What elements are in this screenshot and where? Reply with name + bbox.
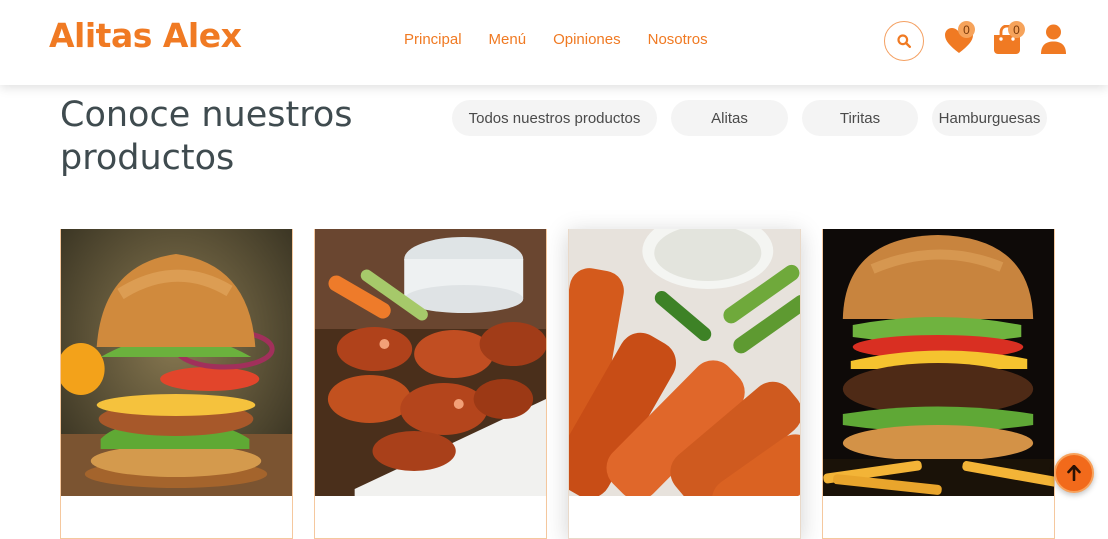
- nav-item-opiniones[interactable]: Opiniones: [553, 31, 621, 48]
- favorites-count-badge: 0: [958, 21, 975, 38]
- cart-count-badge: 0: [1008, 21, 1025, 38]
- search-button[interactable]: [884, 21, 924, 61]
- product-image-burger: [61, 229, 292, 496]
- product-card[interactable]: [314, 229, 547, 539]
- filter-chip-all[interactable]: Todos nuestros productos: [452, 100, 657, 136]
- search-icon: [897, 34, 911, 48]
- filter-chip-tiritas[interactable]: Tiritas: [802, 100, 918, 136]
- main-nav: Principal Menú Opiniones Nosotros: [404, 31, 708, 48]
- user-icon: [1041, 24, 1066, 54]
- scroll-to-top-button[interactable]: [1054, 453, 1094, 493]
- cart-button[interactable]: 0: [993, 21, 1025, 55]
- filter-chip-alitas[interactable]: Alitas: [671, 100, 788, 136]
- nav-item-menu[interactable]: Menú: [489, 31, 527, 48]
- product-image-chicken-strips: [569, 229, 800, 496]
- product-card[interactable]: [60, 229, 293, 539]
- product-card[interactable]: [822, 229, 1055, 539]
- product-image-chicken-wings: [315, 229, 546, 496]
- account-button[interactable]: [1040, 24, 1067, 55]
- product-card[interactable]: [568, 229, 801, 539]
- arrow-up-icon: [1067, 465, 1081, 481]
- filter-chip-hamburguesas[interactable]: Hamburguesas: [932, 100, 1047, 136]
- site-logo[interactable]: Alitas Alex: [49, 16, 242, 55]
- section-title: Conoce nuestros productos: [60, 95, 353, 178]
- nav-item-nosotros[interactable]: Nosotros: [648, 31, 708, 48]
- nav-item-principal[interactable]: Principal: [404, 31, 462, 48]
- product-image-cheeseburger: [823, 229, 1054, 496]
- site-header: Alitas Alex Principal Menú Opiniones Nos…: [0, 0, 1108, 85]
- favorites-button[interactable]: 0: [944, 21, 975, 55]
